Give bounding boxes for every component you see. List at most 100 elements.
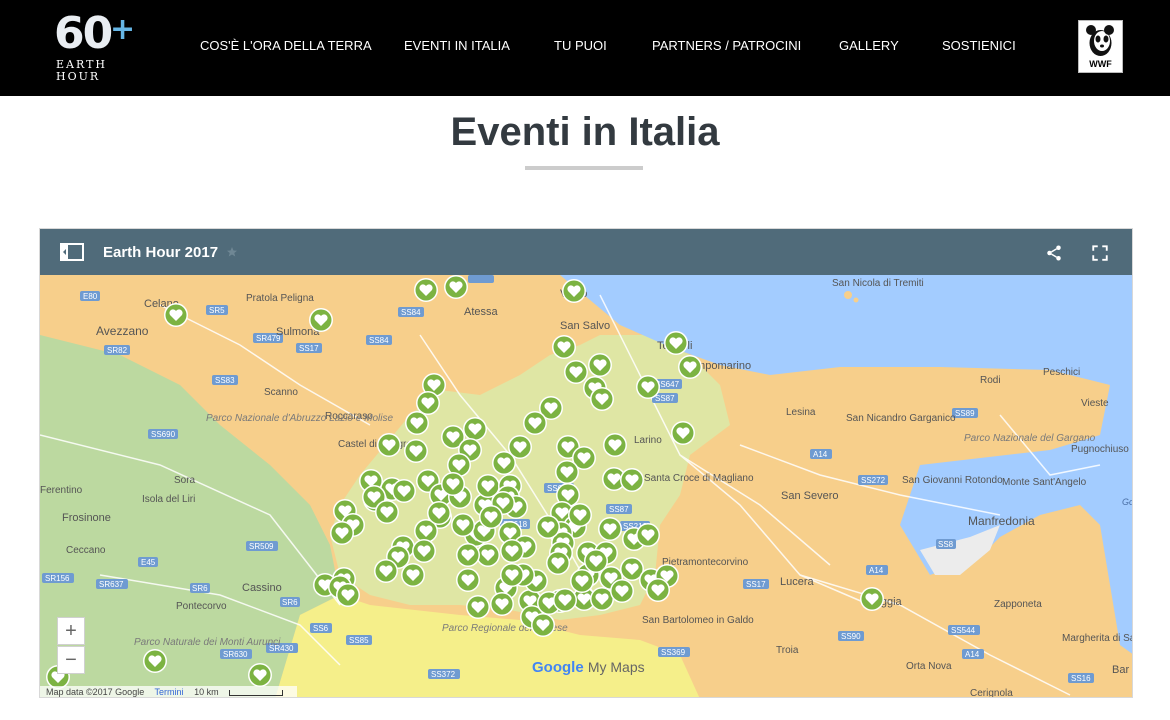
heart-icon[interactable] [336,583,360,607]
heart-icon[interactable] [568,503,592,527]
heart-icon[interactable] [610,579,634,603]
heart-icon[interactable] [590,387,614,411]
heart-icon[interactable] [405,411,429,435]
heart-icon[interactable] [444,275,468,299]
heart-icon[interactable] [678,355,702,379]
terms-link[interactable]: Termini [155,687,184,697]
heart-icon[interactable] [414,278,438,302]
svg-text:SS87: SS87 [655,394,675,403]
heart-icon[interactable] [330,521,354,545]
heart-icon[interactable] [463,417,487,441]
heart-icon[interactable] [523,411,547,435]
wwf-logo[interactable]: WWF [1078,20,1123,73]
svg-text:SR156: SR156 [45,574,70,583]
heart-icon[interactable] [479,505,503,529]
svg-text:San Severo: San Severo [781,490,838,502]
heart-icon[interactable] [553,588,577,612]
svg-text:Pontecorvo: Pontecorvo [176,601,227,612]
heart-icon[interactable] [441,472,465,496]
heart-icon[interactable] [164,303,188,327]
svg-text:Pugnochiuso: Pugnochiuso [1071,444,1129,455]
star-icon[interactable] [226,246,238,258]
heart-icon[interactable] [564,360,588,384]
svg-text:Parco Nazionale del Gargano: Parco Nazionale del Gargano [964,433,1096,444]
svg-text:Pietramontecorvino: Pietramontecorvino [662,557,749,568]
map-canvas[interactable]: E80 SR5 SR479 SS17 SS84 SS84 SR82 SS83 S… [40,275,1132,697]
top-navigation-bar: 60 + EARTH HOUR COS'È L'ORA DELLA TERRA … [0,0,1170,96]
heart-icon[interactable] [374,559,398,583]
svg-text:SR630: SR630 [223,650,248,659]
fullscreen-icon[interactable] [1091,244,1109,262]
map-graphic: E80 SR5 SR479 SS17 SS84 SS84 SR82 SS83 S… [40,275,1132,697]
heart-icon[interactable] [570,569,594,593]
zoom-out-button[interactable]: − [57,646,85,674]
logo-number: 60 [54,8,113,59]
heart-icon[interactable] [552,335,576,359]
heart-icon[interactable] [620,468,644,492]
nav-item-cos-e-ora-della-terra[interactable]: COS'È L'ORA DELLA TERRA [200,38,372,53]
svg-text:San Salvo: San Salvo [560,320,610,332]
heart-icon[interactable] [508,435,532,459]
heart-icon[interactable] [646,578,670,602]
svg-text:San Nicola di Tremiti: San Nicola di Tremiti [832,278,924,289]
heart-icon[interactable] [860,587,884,611]
heart-icon[interactable] [500,539,524,563]
heart-icon[interactable] [536,515,560,539]
svg-text:Monte Sant'Angelo: Monte Sant'Angelo [1002,477,1087,488]
nav-item-eventi-in-italia[interactable]: EVENTI IN ITALIA [404,38,510,53]
heart-icon[interactable] [603,433,627,457]
heart-icon[interactable] [531,613,555,637]
svg-text:Parco Naturale dei Monti Aurun: Parco Naturale dei Monti Aurunci [134,637,281,648]
heart-icon[interactable] [404,439,428,463]
svg-text:Rodi: Rodi [980,375,1001,386]
embedded-map: Earth Hour 2017 E80 SR5 SR479 SS17 SS84 … [39,228,1133,698]
heart-icon[interactable] [562,279,586,303]
heart-icon[interactable] [309,308,333,332]
svg-text:SS17: SS17 [746,580,766,589]
heart-icon[interactable] [664,331,688,355]
heart-icon[interactable] [143,649,167,673]
heart-icon[interactable] [248,663,272,687]
sidebar-icon[interactable] [60,243,84,261]
svg-text:A14: A14 [813,450,828,459]
heart-icon[interactable] [451,513,475,537]
heart-icon[interactable] [375,500,399,524]
heart-icon[interactable] [466,595,490,619]
heart-icon[interactable] [490,592,514,616]
heart-icon[interactable] [401,563,425,587]
heart-icon[interactable] [588,353,612,377]
nav-item-partners-patrocini[interactable]: PARTNERS / PATROCINI [652,38,801,53]
earth-hour-logo[interactable]: 60 + EARTH HOUR [52,8,136,86]
svg-text:SS369: SS369 [661,648,686,657]
heart-icon[interactable] [671,421,695,445]
heart-icon[interactable] [392,479,416,503]
nav-item-sostienici[interactable]: SOSTIENICI [942,38,1016,53]
heart-icon[interactable] [377,433,401,457]
page-title: Eventi in Italia [450,110,720,154]
heart-icon[interactable] [598,517,622,541]
heart-icon[interactable] [412,539,436,563]
svg-text:SS17: SS17 [299,344,319,353]
heart-icon[interactable] [500,563,524,587]
heart-icon[interactable] [555,460,579,484]
zoom-in-button[interactable]: + [57,617,85,645]
map-header-bar: Earth Hour 2017 [40,229,1132,275]
heart-icon[interactable] [427,501,451,525]
heart-icon[interactable] [456,568,480,592]
nav-item-gallery[interactable]: GALLERY [839,38,899,53]
svg-text:SS372: SS372 [431,670,456,679]
heart-icon[interactable] [636,523,660,547]
svg-text:SS690: SS690 [151,430,176,439]
nav-item-tu-puoi[interactable]: TU PUOI [554,38,607,53]
svg-text:SS6: SS6 [313,624,329,633]
heart-icon[interactable] [546,551,570,575]
heart-icon[interactable] [636,375,660,399]
svg-text:SR6: SR6 [192,584,208,593]
svg-text:Atessa: Atessa [464,306,499,318]
heart-icon[interactable] [456,543,480,567]
heart-icon[interactable] [584,549,608,573]
svg-text:Parco Nazionale d'Abruzzo Lazi: Parco Nazionale d'Abruzzo Lazio e Molise [206,413,393,424]
share-icon[interactable] [1045,244,1063,262]
google-my-maps-logo: Google My Maps [532,659,645,676]
svg-text:Larino: Larino [634,435,662,446]
